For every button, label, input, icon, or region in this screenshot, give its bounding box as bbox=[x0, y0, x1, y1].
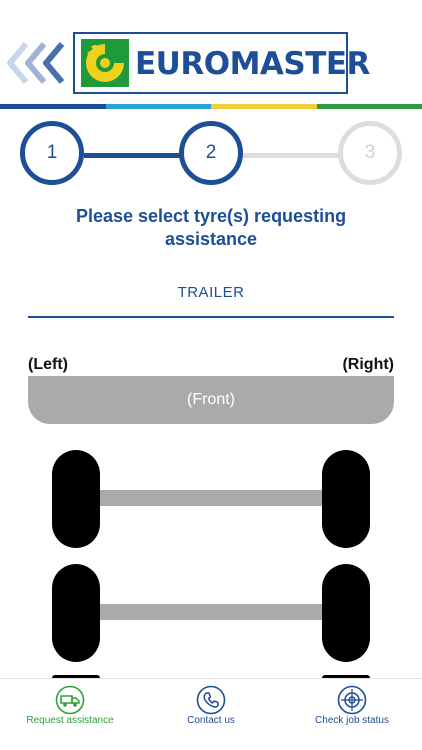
tow-truck-icon bbox=[55, 685, 85, 715]
app-header: EUROMASTER bbox=[0, 0, 422, 104]
logo-text: EUROMASTER bbox=[135, 46, 370, 82]
axle-2 bbox=[52, 564, 370, 664]
nav-check-job-status[interactable]: Check job status bbox=[282, 683, 422, 747]
axle-beam bbox=[92, 604, 330, 620]
axle-1 bbox=[52, 450, 370, 550]
axle-beam bbox=[92, 490, 330, 506]
nav-label: Contact us bbox=[187, 715, 235, 726]
tyre-axle1-left[interactable] bbox=[52, 450, 100, 548]
nav-label: Check job status bbox=[315, 715, 389, 726]
bottom-navigation: Request assistance Contact us Check job … bbox=[0, 678, 422, 750]
step-connector-1-2 bbox=[84, 153, 180, 158]
step-1: 1 bbox=[20, 121, 84, 185]
front-indicator: (Front) bbox=[28, 376, 394, 424]
right-label: (Right) bbox=[342, 356, 394, 373]
nav-label: Request assistance bbox=[26, 715, 114, 726]
nav-request-assistance[interactable]: Request assistance bbox=[0, 683, 140, 747]
step-connector-2-3 bbox=[242, 153, 340, 158]
left-label: (Left) bbox=[28, 356, 68, 373]
phone-icon bbox=[196, 685, 226, 715]
progress-stepper: 1 2 3 bbox=[0, 118, 422, 196]
tyre-axle2-right[interactable] bbox=[322, 564, 370, 662]
euromaster-wheel-logo-icon bbox=[81, 39, 129, 87]
nav-contact-us[interactable]: Contact us bbox=[141, 683, 281, 747]
brand-color-stripe bbox=[0, 104, 422, 109]
tyre-axle1-right[interactable] bbox=[322, 450, 370, 548]
tyre-axle2-left[interactable] bbox=[52, 564, 100, 662]
job-status-icon bbox=[337, 685, 367, 715]
tab-trailer[interactable]: TRAILER bbox=[28, 278, 394, 318]
step-3: 3 bbox=[338, 121, 402, 185]
step-2: 2 bbox=[179, 121, 243, 185]
triple-chevron-left-icon[interactable] bbox=[6, 40, 72, 86]
page-title: Please select tyre(s) requesting assista… bbox=[75, 206, 347, 249]
euromaster-logo: EUROMASTER bbox=[73, 32, 370, 94]
